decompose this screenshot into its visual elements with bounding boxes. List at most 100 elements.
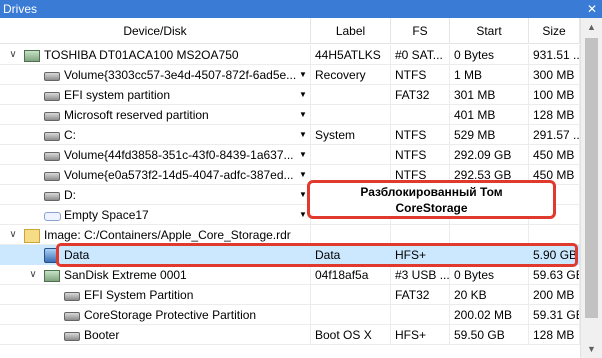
chevron-down-icon[interactable]: ∨ xyxy=(8,225,18,244)
size-cell: 128 MB xyxy=(529,105,580,125)
scrollbar-thumb[interactable] xyxy=(585,38,598,318)
table-row[interactable]: Volume{3303cc57-3e4d-4507-872f-6ad5e... ▼… xyxy=(0,65,602,85)
usb-drive-icon xyxy=(24,50,40,62)
fs-cell: NTFS xyxy=(391,145,450,165)
scroll-down-icon[interactable]: ▼ xyxy=(581,340,602,358)
label-cell: Recovery xyxy=(311,65,391,85)
table-row[interactable]: ∨ SanDisk Extreme 0001 04f18af5a #3 USB ...… xyxy=(0,265,602,285)
hdd-icon xyxy=(44,112,60,121)
start-cell: 292.09 GB xyxy=(450,145,529,165)
start-cell: 59.50 GB xyxy=(450,325,529,345)
device-name: Image: C:/Containers/Apple_Core_Storage.… xyxy=(44,228,291,242)
label-cell xyxy=(311,285,391,305)
table-row[interactable]: Data Data HFS+ 5.90 GB xyxy=(0,245,602,265)
column-header-row: Device/Disk Label FS Start Size xyxy=(0,18,602,44)
usb-drive-icon xyxy=(44,270,60,282)
fs-cell: #0 SAT... xyxy=(391,45,450,65)
device-cell[interactable]: D: ▼ xyxy=(0,185,311,205)
table-row[interactable]: C: ▼ System NTFS 529 MB 291.57 ... xyxy=(0,125,602,145)
device-cell[interactable]: EFI system partition ▼ xyxy=(0,85,311,105)
fs-cell: FAT32 xyxy=(391,85,450,105)
device-cell[interactable]: ∨ SanDisk Extreme 0001 xyxy=(0,265,311,285)
dropdown-arrow-icon[interactable]: ▼ xyxy=(298,165,308,184)
chevron-down-icon[interactable]: ∨ xyxy=(8,45,18,64)
start-cell: 0 Bytes xyxy=(450,265,529,285)
device-cell[interactable]: Booter xyxy=(0,325,311,345)
size-cell xyxy=(529,225,580,245)
table-row[interactable]: Microsoft reserved partition ▼ 401 MB 128 M… xyxy=(0,105,602,125)
dropdown-arrow-icon[interactable]: ▼ xyxy=(298,145,308,164)
size-cell: 5.90 GB xyxy=(529,245,580,265)
table-row[interactable]: EFI System Partition FAT32 20 KB 200 MB xyxy=(0,285,602,305)
device-name: Volume{e0a573f2-14d5-4047-adfc-387ed... xyxy=(64,168,294,182)
dropdown-arrow-icon[interactable]: ▼ xyxy=(298,105,308,124)
fs-cell: NTFS xyxy=(391,65,450,85)
label-cell: System xyxy=(311,125,391,145)
window-title: Drives xyxy=(3,2,38,16)
table-row[interactable]: Booter Boot OS X HFS+ 59.50 GB 128 MB xyxy=(0,325,602,345)
corestorage-icon xyxy=(44,248,59,263)
device-cell[interactable]: Volume{e0a573f2-14d5-4047-adfc-387ed... ▼ xyxy=(0,165,311,185)
device-cell[interactable]: ∨ Image: C:/Containers/Apple_Core_Storage… xyxy=(0,225,311,245)
device-cell[interactable]: Empty Space17 ▼ xyxy=(0,205,311,225)
device-cell[interactable]: EFI System Partition xyxy=(0,285,311,305)
table-row[interactable]: ∨ TOSHIBA DT01ACA100 MS2OA750 44H5ATLKS #0 … xyxy=(0,45,602,65)
start-cell xyxy=(450,225,529,245)
size-cell: 300 MB xyxy=(529,65,580,85)
label-cell xyxy=(311,145,391,165)
device-name: CoreStorage Protective Partition xyxy=(84,308,257,322)
size-cell: 291.57 ... xyxy=(529,125,580,145)
hdd-icon xyxy=(44,72,60,81)
device-cell[interactable]: Microsoft reserved partition ▼ xyxy=(0,105,311,125)
hdd-icon xyxy=(64,292,80,301)
window-title-bar: Drives ✕ xyxy=(0,0,602,18)
dropdown-arrow-icon[interactable]: ▼ xyxy=(298,65,308,84)
start-cell: 200.02 MB xyxy=(450,305,529,325)
fs-cell: #3 USB ... xyxy=(391,265,450,285)
label-cell xyxy=(311,305,391,325)
hdd-icon xyxy=(44,192,60,201)
label-cell xyxy=(311,225,391,245)
column-header-fs[interactable]: FS xyxy=(391,18,450,44)
fs-cell: NTFS xyxy=(391,125,450,145)
column-header-start[interactable]: Start xyxy=(450,18,529,44)
hdd-icon xyxy=(44,92,60,101)
label-cell: Data xyxy=(311,245,391,265)
device-cell[interactable]: CoreStorage Protective Partition xyxy=(0,305,311,325)
table-row[interactable]: Volume{44fd3858-351c-43f0-8439-1a637... ▼… xyxy=(0,145,602,165)
device-name: Volume{3303cc57-3e4d-4507-872f-6ad5e... xyxy=(64,68,297,82)
dropdown-arrow-icon[interactable]: ▼ xyxy=(298,85,308,104)
hdd-icon xyxy=(44,172,60,181)
size-cell: 100 MB xyxy=(529,85,580,105)
device-cell[interactable]: ∨ TOSHIBA DT01ACA100 MS2OA750 xyxy=(0,45,311,65)
device-name: C: xyxy=(64,128,76,142)
device-name: D: xyxy=(64,188,76,202)
fs-cell: HFS+ xyxy=(391,245,450,265)
device-cell[interactable]: Volume{3303cc57-3e4d-4507-872f-6ad5e... ▼ xyxy=(0,65,311,85)
vertical-scrollbar[interactable]: ▲ ▼ xyxy=(580,18,602,358)
column-header-label[interactable]: Label xyxy=(311,18,391,44)
device-name: EFI system partition xyxy=(64,88,171,102)
device-cell[interactable]: C: ▼ xyxy=(0,125,311,145)
device-name: Data xyxy=(64,248,90,262)
close-icon[interactable]: ✕ xyxy=(584,0,600,18)
size-cell: 200 MB xyxy=(529,285,580,305)
dropdown-arrow-icon[interactable]: ▼ xyxy=(298,125,308,144)
empty-space-icon xyxy=(44,212,61,221)
device-name: SanDisk Extreme 0001 xyxy=(64,268,187,282)
table-row[interactable]: ∨ Image: C:/Containers/Apple_Core_Storage… xyxy=(0,225,602,245)
start-cell: 1 MB xyxy=(450,65,529,85)
callout-line-1: Разблокированный Том xyxy=(360,185,503,199)
start-cell: 401 MB xyxy=(450,105,529,125)
device-cell[interactable]: Volume{44fd3858-351c-43f0-8439-1a637... ▼ xyxy=(0,145,311,165)
column-header-size[interactable]: Size xyxy=(529,18,580,44)
table-row[interactable]: EFI system partition ▼ FAT32 301 MB 100 MB xyxy=(0,85,602,105)
chevron-down-icon[interactable]: ∨ xyxy=(28,265,38,284)
scroll-up-icon[interactable]: ▲ xyxy=(581,18,602,36)
annotation-callout: Разблокированный Том CoreStorage xyxy=(307,180,556,219)
hdd-icon xyxy=(44,152,60,161)
device-cell[interactable]: Data xyxy=(0,245,311,265)
size-cell: 59.31 GB xyxy=(529,305,580,325)
column-header-device[interactable]: Device/Disk xyxy=(0,18,311,44)
table-row[interactable]: CoreStorage Protective Partition 200.02 M… xyxy=(0,305,602,325)
